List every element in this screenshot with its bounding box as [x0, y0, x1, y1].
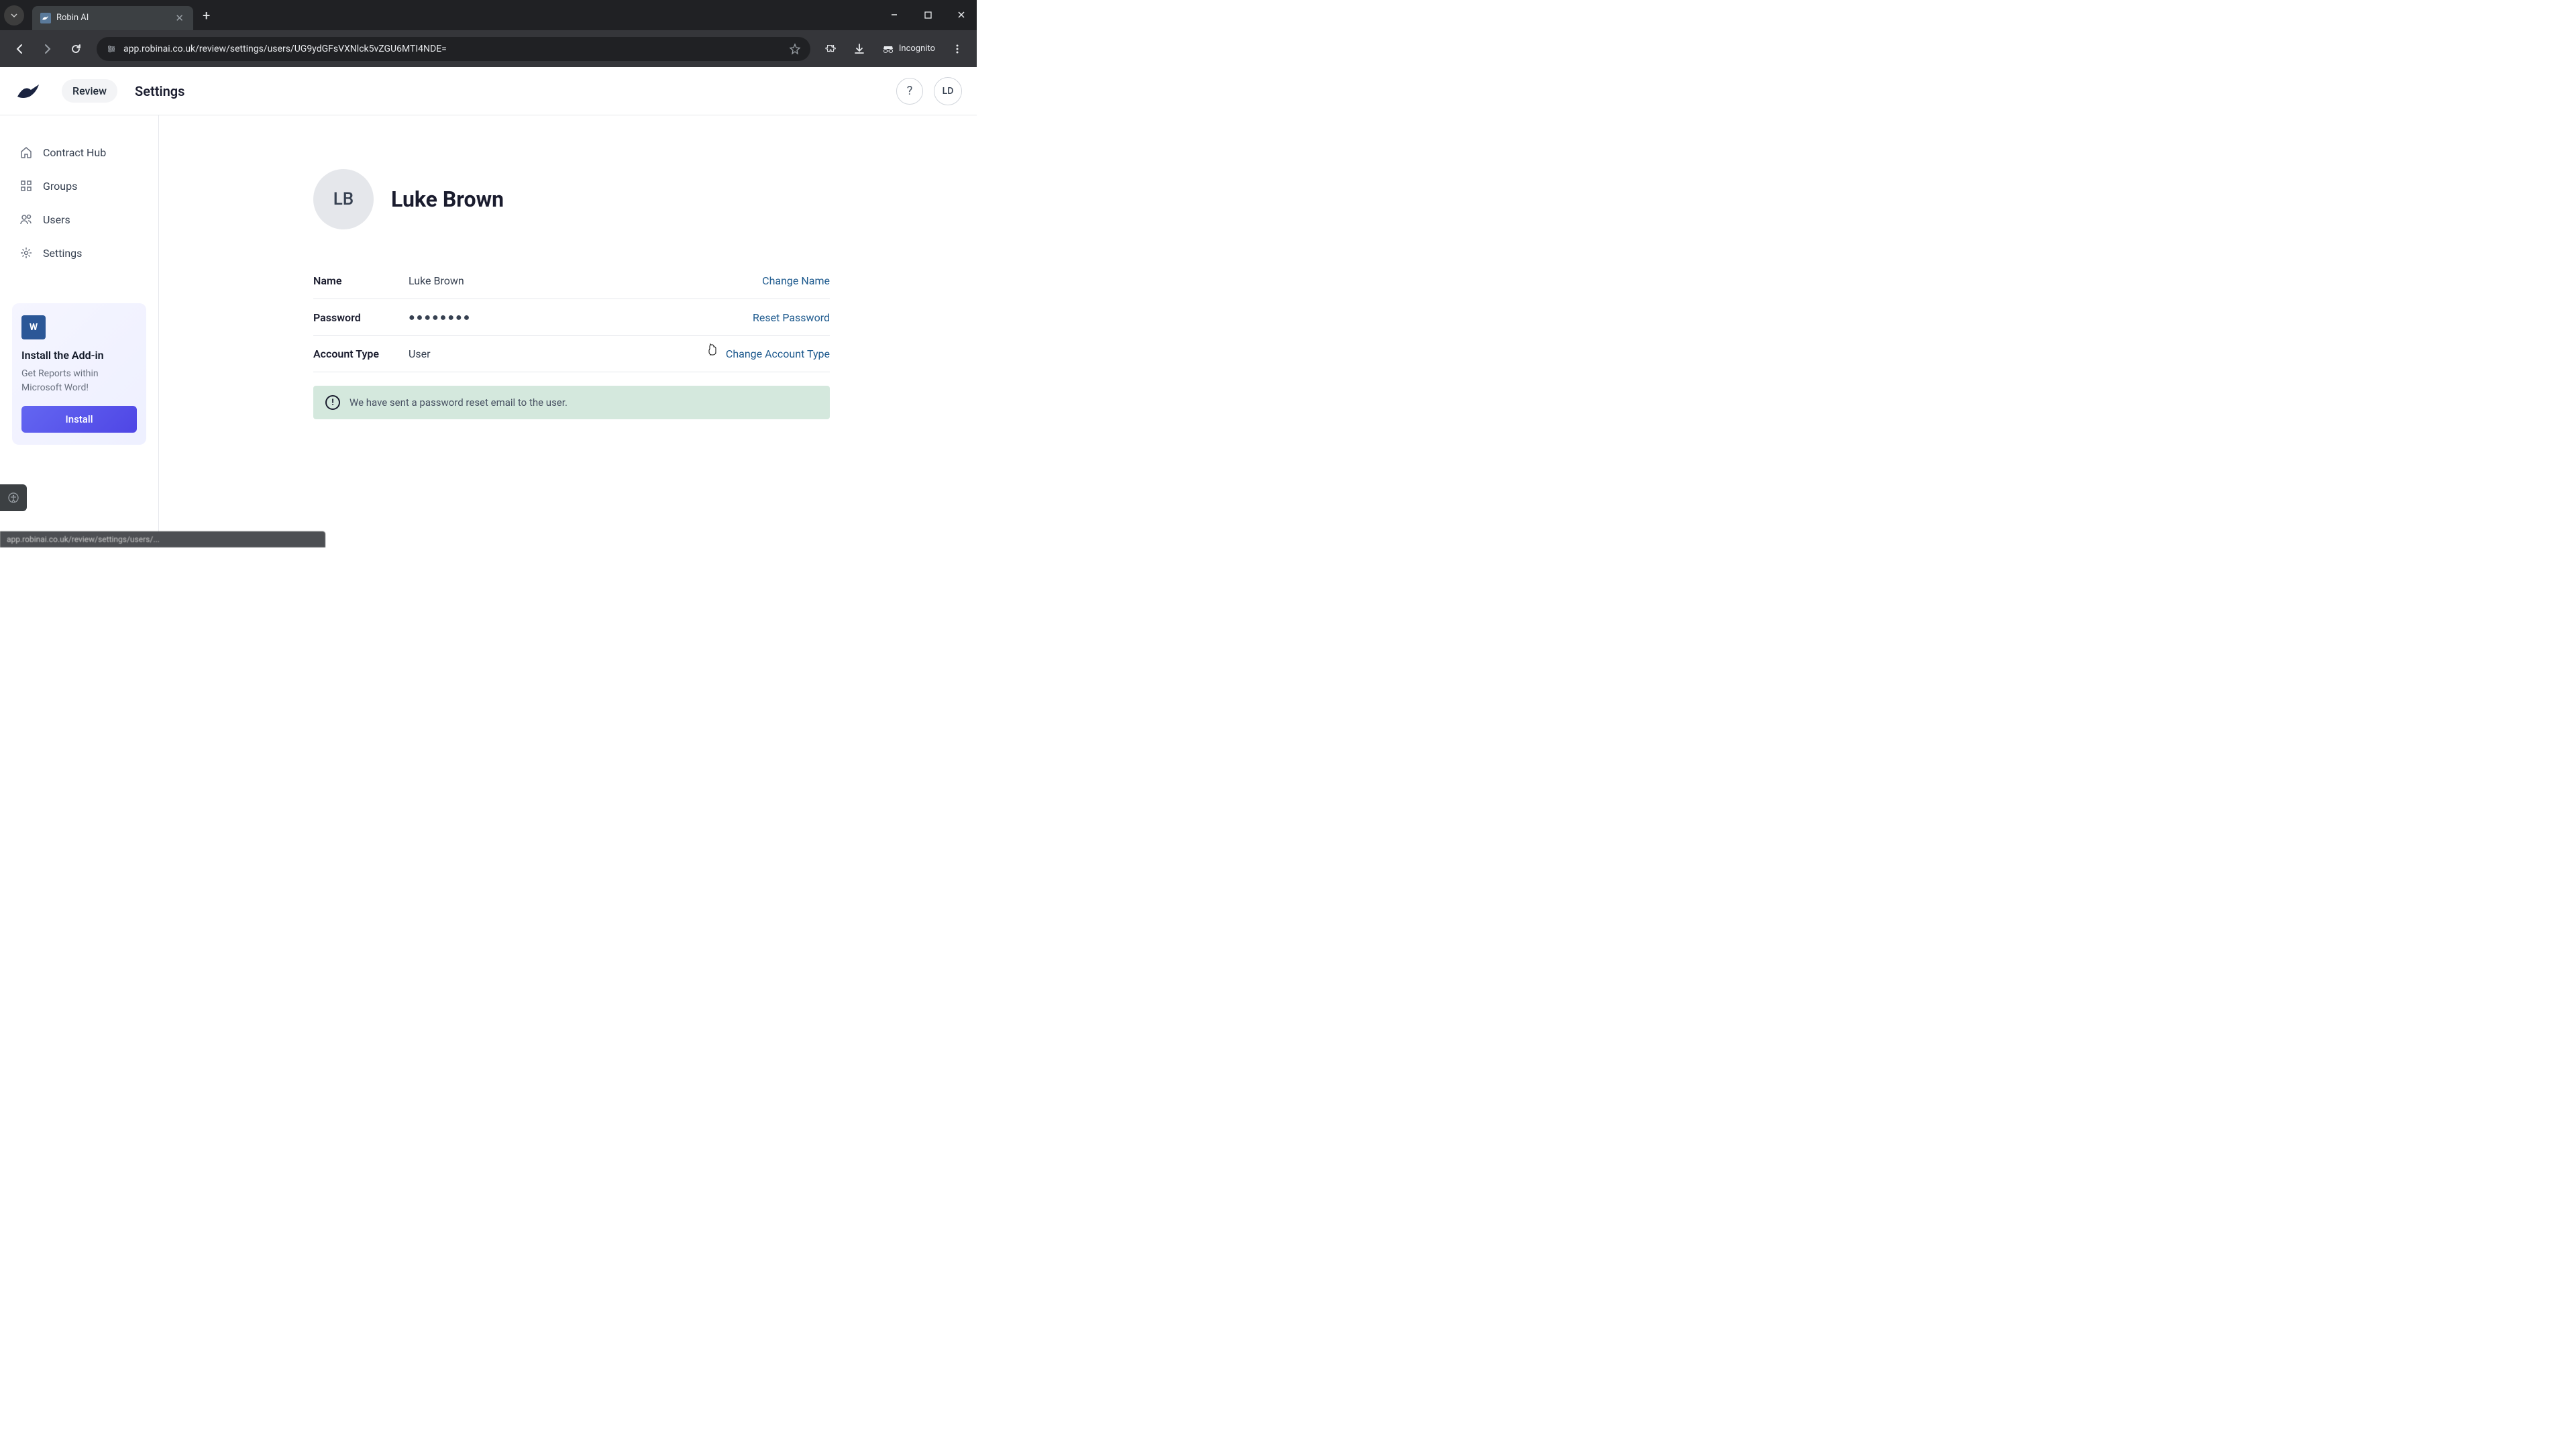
- new-tab-button[interactable]: +: [193, 7, 219, 23]
- field-row-password: Password ●●●●●●●● Reset Password: [313, 299, 830, 336]
- chevron-down-icon: [10, 11, 18, 19]
- field-label: Password: [313, 311, 409, 324]
- sidebar-item-contract-hub[interactable]: Contract Hub: [12, 136, 146, 169]
- change-account-type-link[interactable]: Change Account Type: [726, 347, 830, 360]
- install-button[interactable]: Install: [21, 406, 137, 433]
- info-icon: !: [325, 395, 340, 410]
- sidebar-item-label: Settings: [43, 247, 82, 260]
- app-header: Review Settings ? LD: [0, 67, 977, 115]
- profile-fields: Name Luke Brown Change Name Password ●●●…: [313, 263, 830, 372]
- kebab-icon: [952, 44, 963, 54]
- change-name-link[interactable]: Change Name: [762, 274, 830, 287]
- gear-icon: [19, 246, 34, 260]
- sidebar-item-settings[interactable]: Settings: [12, 236, 146, 270]
- page-title: Settings: [135, 83, 184, 99]
- main-layout: Contract Hub Groups Users Settings W Ins…: [0, 115, 977, 547]
- browser-chrome: Robin AI ✕ + ap: [0, 0, 977, 67]
- incognito-indicator[interactable]: Incognito: [876, 44, 941, 54]
- reload-button[interactable]: [64, 38, 87, 60]
- profile-avatar: LB: [313, 169, 374, 229]
- nav-bar: app.robinai.co.uk/review/settings/users/…: [0, 30, 977, 67]
- forward-button[interactable]: [36, 38, 59, 60]
- field-label: Account Type: [313, 347, 409, 360]
- extensions-button[interactable]: [820, 38, 843, 60]
- help-button[interactable]: ?: [896, 78, 923, 105]
- status-bar: app.robinai.co.uk/review/settings/users/…: [0, 531, 325, 547]
- incognito-icon: [881, 44, 895, 54]
- browser-tab[interactable]: Robin AI ✕: [32, 6, 193, 30]
- main-content: LB Luke Brown Name Luke Brown Change Nam…: [159, 115, 977, 547]
- sidebar-item-users[interactable]: Users: [12, 203, 146, 236]
- field-row-account-type: Account Type User Change Account Type: [313, 336, 830, 372]
- url-bar[interactable]: app.robinai.co.uk/review/settings/users/…: [97, 37, 810, 61]
- reload-icon: [70, 43, 82, 55]
- sidebar-item-label: Contract Hub: [43, 146, 106, 159]
- tab-search-dropdown[interactable]: [4, 5, 24, 25]
- puzzle-icon: [825, 43, 837, 55]
- tab-title: Robin AI: [56, 13, 174, 23]
- download-icon: [853, 43, 865, 55]
- arrow-right-icon: [42, 43, 54, 55]
- profile-name: Luke Brown: [391, 186, 504, 212]
- sidebar-item-label: Groups: [43, 180, 77, 193]
- field-label: Name: [313, 274, 409, 287]
- robin-favicon: [40, 13, 51, 23]
- addon-card: W Install the Add-in Get Reports within …: [12, 303, 146, 445]
- field-value: User: [409, 347, 726, 360]
- field-value: Luke Brown: [409, 274, 762, 287]
- addon-description: Get Reports within Microsoft Word!: [21, 367, 137, 395]
- home-icon: [19, 145, 34, 160]
- close-window-button[interactable]: [951, 5, 971, 24]
- arrow-left-icon: [13, 43, 25, 55]
- notification-text: We have sent a password reset email to t…: [350, 396, 568, 409]
- window-controls: [884, 5, 971, 24]
- back-button[interactable]: [8, 38, 31, 60]
- word-icon: W: [21, 315, 46, 339]
- close-tab-button[interactable]: ✕: [174, 11, 185, 25]
- sidebar-item-label: Users: [43, 213, 70, 226]
- reset-password-link[interactable]: Reset Password: [753, 311, 830, 324]
- notification-banner: ! We have sent a password reset email to…: [313, 386, 830, 419]
- field-row-name: Name Luke Brown Change Name: [313, 263, 830, 299]
- sidebar-item-groups[interactable]: Groups: [12, 169, 146, 203]
- field-value: ●●●●●●●●: [409, 311, 753, 324]
- tab-bar: Robin AI ✕ +: [0, 0, 977, 30]
- incognito-label: Incognito: [899, 44, 935, 54]
- grid-icon: [19, 178, 34, 193]
- question-icon: ?: [907, 84, 913, 98]
- user-avatar-badge[interactable]: LD: [934, 77, 962, 105]
- downloads-button[interactable]: [848, 38, 871, 60]
- browser-menu-button[interactable]: [946, 38, 969, 60]
- robin-logo[interactable]: [15, 81, 48, 101]
- addon-title: Install the Add-in: [21, 349, 137, 362]
- review-nav-button[interactable]: Review: [62, 79, 117, 103]
- maximize-button[interactable]: [918, 5, 938, 24]
- users-icon: [19, 212, 34, 227]
- profile-header: LB Luke Brown: [313, 169, 977, 229]
- sidebar: Contract Hub Groups Users Settings W Ins…: [0, 115, 159, 547]
- url-text: app.robinai.co.uk/review/settings/users/…: [123, 44, 782, 54]
- minimize-button[interactable]: [884, 5, 904, 24]
- accessibility-icon: [7, 492, 19, 504]
- accessibility-dock-button[interactable]: [0, 484, 27, 511]
- site-settings-icon[interactable]: [106, 44, 117, 54]
- bookmark-icon[interactable]: [789, 43, 801, 55]
